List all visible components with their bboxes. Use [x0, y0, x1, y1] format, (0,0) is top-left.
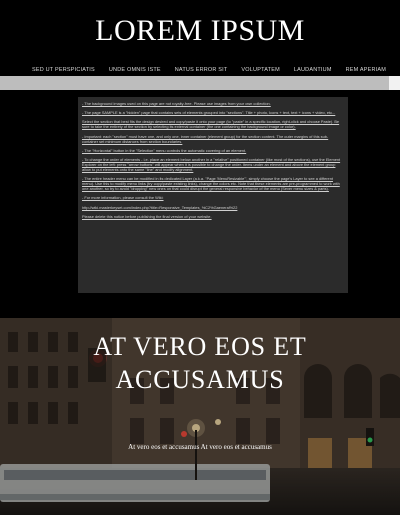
nav-item-laudantium[interactable]: LAUDANTIUM: [294, 67, 332, 73]
notice-paragraph: Select the section that best fits the de…: [82, 119, 340, 130]
site-title[interactable]: LOREM IPSUM: [0, 14, 400, 48]
notice-paragraph: - For more information, please consult t…: [82, 195, 164, 201]
template-notice: - The background images used on this pag…: [78, 97, 348, 293]
notice-paragraph: Please delete this notice before publish…: [82, 213, 212, 219]
main-nav: SED UT PERSPICIATIS UNDE OMNIS ISTE NATU…: [0, 64, 400, 79]
notice-paragraph: - The "Horizontal" button in the "Select…: [82, 147, 247, 153]
hero-section: AT VERO EOS ET ACCUSAMUS At vero eos et …: [0, 318, 400, 515]
hero-subtitle: At vero eos et accusamus At vero eos et …: [128, 443, 272, 451]
nav-item-voluptatem[interactable]: VOLUPTATEM: [241, 67, 279, 73]
notice-paragraph: - The page SAMPLE is a "hidden" page tha…: [82, 110, 336, 116]
hero-title: AT VERO EOS ET ACCUSAMUS: [93, 332, 307, 394]
nav-underline-bar: [0, 76, 400, 90]
notice-paragraph: - The background images used on this pag…: [82, 101, 271, 106]
nav-item-rem-aperiam[interactable]: REM APERIAM: [346, 67, 386, 73]
nav-item-natus-error-sit[interactable]: NATUS ERROR SIT: [174, 67, 228, 79]
nav-item-sed-ut-perspiciatis[interactable]: SED UT PERSPICIATIS: [32, 67, 95, 73]
wiki-link[interactable]: http://wiki.masterkeyset.com/index.php?t…: [82, 205, 344, 210]
notice-paragraph: - To change the order of elements - i.e.…: [82, 156, 341, 172]
nav-item-label: NATUS ERROR SIT: [174, 67, 228, 73]
notice-paragraph: - Important: each "section" must have on…: [82, 133, 329, 144]
nav-item-unde-omnis-iste[interactable]: UNDE OMNIS ISTE: [109, 67, 161, 73]
notice-paragraph: - The entire header menu can be modified…: [82, 176, 340, 192]
bar-edge: [389, 76, 400, 90]
